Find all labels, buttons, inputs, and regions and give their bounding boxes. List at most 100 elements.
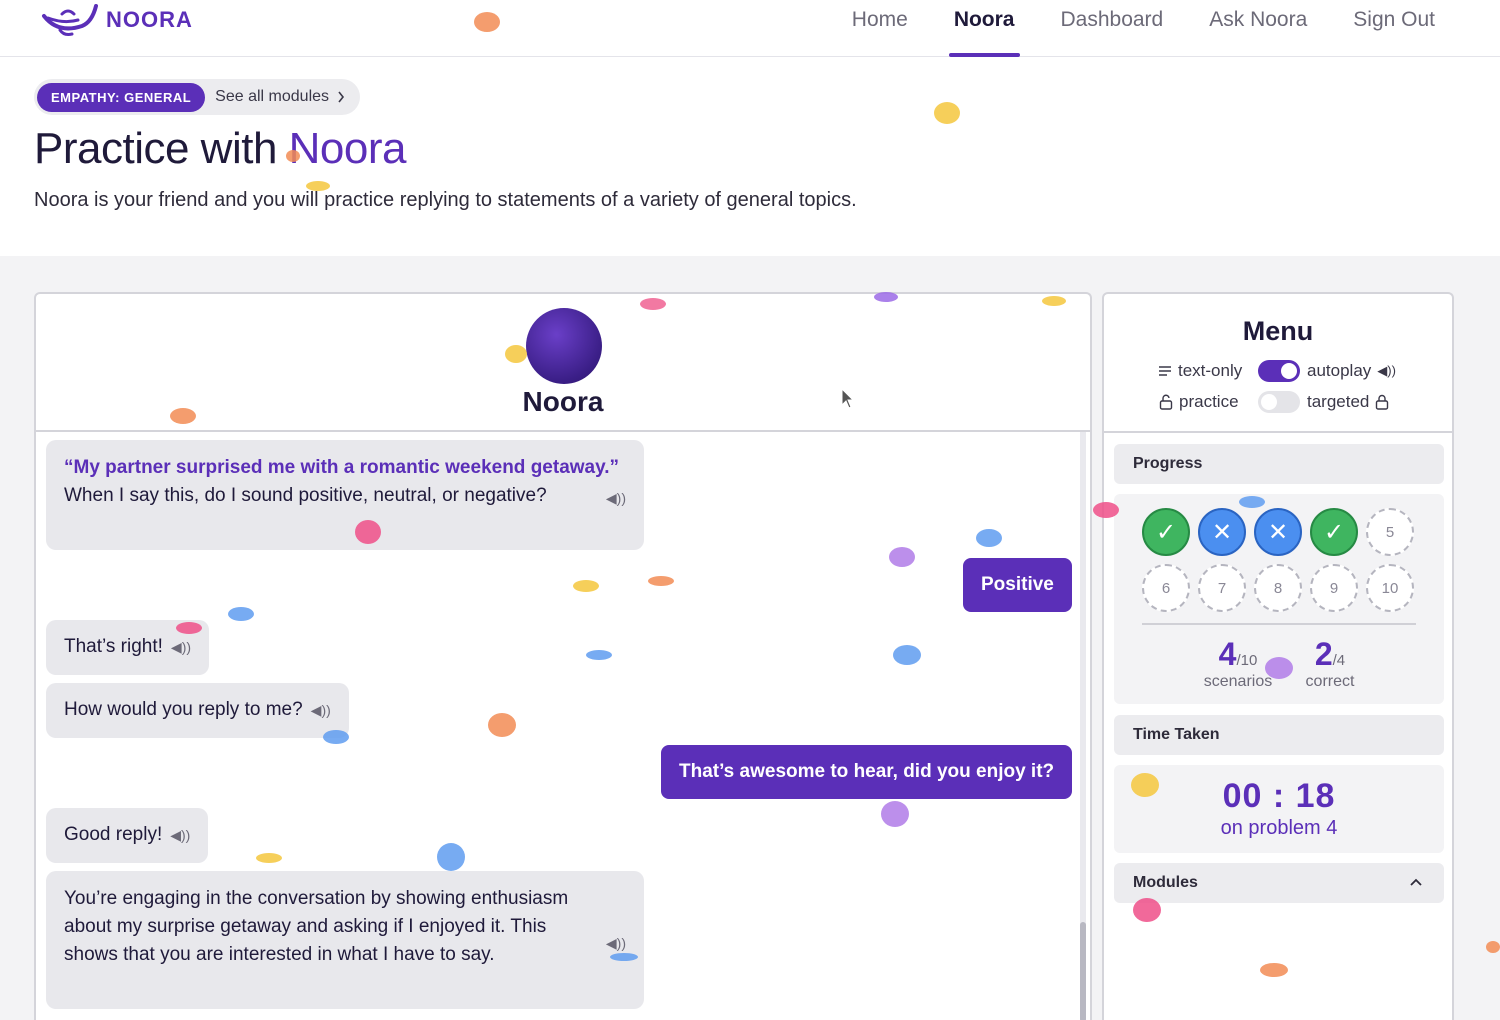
confetti-piece (170, 408, 196, 424)
chevron-right-icon (338, 91, 345, 103)
speaker-icon[interactable]: ◀)) (606, 484, 626, 512)
time-taken-header: Time Taken (1114, 715, 1444, 755)
chat-messages[interactable]: “My partner surprised me with a romantic… (36, 432, 1090, 1020)
nav-link-dashboard[interactable]: Dashboard (1038, 0, 1187, 57)
scrollbar-thumb[interactable] (1080, 922, 1086, 1020)
speaker-icon[interactable]: ◀)) (311, 696, 331, 724)
confetti-piece (893, 645, 921, 665)
progress-item-pending: 10 (1366, 564, 1414, 612)
confetti-piece (355, 520, 381, 544)
modules-label: Modules (1133, 874, 1198, 891)
speaker-icon[interactable]: ◀)) (171, 633, 191, 661)
message-text: When I say this, do I sound positive, ne… (64, 485, 547, 506)
nav-link-home[interactable]: Home (829, 0, 931, 57)
chat-panel: Noora “My partner surprised me with a ro… (34, 292, 1092, 1020)
progress-header: Progress (1114, 444, 1444, 484)
message-text: You’re engaging in the conversation by s… (64, 888, 569, 965)
scenarios-total: /10 (1236, 652, 1258, 669)
autoplay-label: autoplay (1307, 361, 1372, 380)
timer-value: 00 : 18 (1222, 777, 1336, 815)
speaker-icon[interactable]: ◀)) (170, 821, 190, 849)
page-title-accent: Noora (288, 124, 407, 173)
see-all-modules-link[interactable]: See all modules (205, 88, 357, 106)
message-text: That’s right! (64, 636, 163, 658)
confetti-piece (1265, 657, 1293, 679)
confetti-piece (648, 576, 674, 586)
lines-icon (1159, 366, 1171, 376)
confetti-piece (934, 102, 960, 124)
confetti-piece (874, 292, 898, 302)
confetti-piece (286, 150, 300, 162)
bot-message: “My partner surprised me with a romantic… (46, 440, 644, 550)
confetti-piece (228, 607, 254, 621)
chat-scrollbar[interactable] (1080, 432, 1086, 1020)
brand[interactable]: NOORA (38, 0, 193, 40)
unlock-icon (1159, 394, 1173, 410)
confetti-piece (1486, 941, 1500, 953)
text-only-label: text-only (1178, 361, 1243, 380)
confetti-piece (176, 622, 202, 634)
correct-value: 2 (1314, 636, 1333, 672)
message-text: How would you reply to me? (64, 699, 303, 721)
speaker-icon: ◀)) (1377, 363, 1396, 378)
correct-total: /4 (1332, 652, 1346, 669)
progress-item-correct: ✓ (1142, 508, 1190, 556)
prompt-quote: “My partner surprised me with a romantic… (64, 457, 620, 478)
targeted-toggle[interactable] (1258, 391, 1300, 413)
nav-link-noora[interactable]: Noora (931, 0, 1038, 57)
menu-divider (1104, 431, 1452, 433)
module-tag[interactable]: EMPATHY: GENERAL (37, 82, 206, 112)
lock-icon (1376, 394, 1389, 410)
scenarios-value: 4 (1218, 636, 1237, 672)
user-reply-bubble: That’s awesome to hear, did you enjoy it… (661, 745, 1073, 799)
targeted-label: targeted (1307, 392, 1370, 411)
progress-item-correct: ✓ (1310, 508, 1358, 556)
timer-problem: on problem 4 (1220, 817, 1338, 839)
confetti-piece (1093, 502, 1119, 518)
user-reply-bubble: Positive (963, 558, 1072, 612)
modules-header[interactable]: Modules (1114, 863, 1444, 903)
correct-stat: 2/4 correct (1284, 636, 1376, 691)
chevron-up-icon[interactable] (1410, 878, 1422, 886)
confetti-piece (573, 580, 599, 592)
confetti-piece (1260, 963, 1288, 977)
confetti-piece (437, 843, 465, 871)
bot-message: Good reply! ◀)) (46, 808, 209, 863)
page-description: Noora is your friend and you will practi… (34, 189, 857, 211)
confetti-piece (256, 853, 282, 863)
progress-divider (1142, 623, 1416, 625)
progress-item-pending: 6 (1142, 564, 1190, 612)
confetti-piece (1042, 296, 1066, 306)
toggle-knob (1261, 394, 1277, 410)
toggle-knob (1281, 363, 1297, 379)
practice-option[interactable]: practice (1159, 392, 1239, 412)
bot-message: You’re engaging in the conversation by s… (46, 871, 644, 1009)
brand-name: NOORA (106, 7, 193, 32)
progress-item-pending: 7 (1198, 564, 1246, 612)
progress-item-pending: 5 (1366, 508, 1414, 556)
nav-link-ask-noora[interactable]: Ask Noora (1186, 0, 1330, 57)
confetti-piece (1133, 898, 1161, 922)
menu-title: Menu (1242, 316, 1314, 346)
noora-avatar (526, 308, 602, 384)
bot-message: How would you reply to me? ◀)) (46, 683, 349, 738)
confetti-piece (881, 801, 909, 827)
progress-item-pending: 8 (1254, 564, 1302, 612)
confetti-piece (488, 713, 516, 737)
text-only-option[interactable]: text-only (1158, 361, 1242, 381)
autoplay-option[interactable]: autoplay ◀)) (1307, 361, 1396, 381)
see-all-modules-label: See all modules (215, 88, 330, 105)
confetti-piece (889, 547, 915, 567)
correct-label: correct (1305, 673, 1355, 690)
nav-link-sign-out[interactable]: Sign Out (1330, 0, 1458, 57)
confetti-piece (610, 953, 638, 961)
confetti-piece (1131, 773, 1159, 797)
targeted-option[interactable]: targeted (1307, 392, 1389, 412)
time-box: 00 : 18 on problem 4 (1114, 765, 1444, 853)
autoplay-toggle[interactable] (1258, 360, 1300, 382)
nav-links: Home Noora Dashboard Ask Noora Sign Out (829, 0, 1458, 57)
page-title-prefix: Practice with (34, 124, 277, 173)
progress-item-pending: 9 (1310, 564, 1358, 612)
confetti-piece (640, 298, 666, 310)
practice-label: practice (1179, 392, 1239, 411)
